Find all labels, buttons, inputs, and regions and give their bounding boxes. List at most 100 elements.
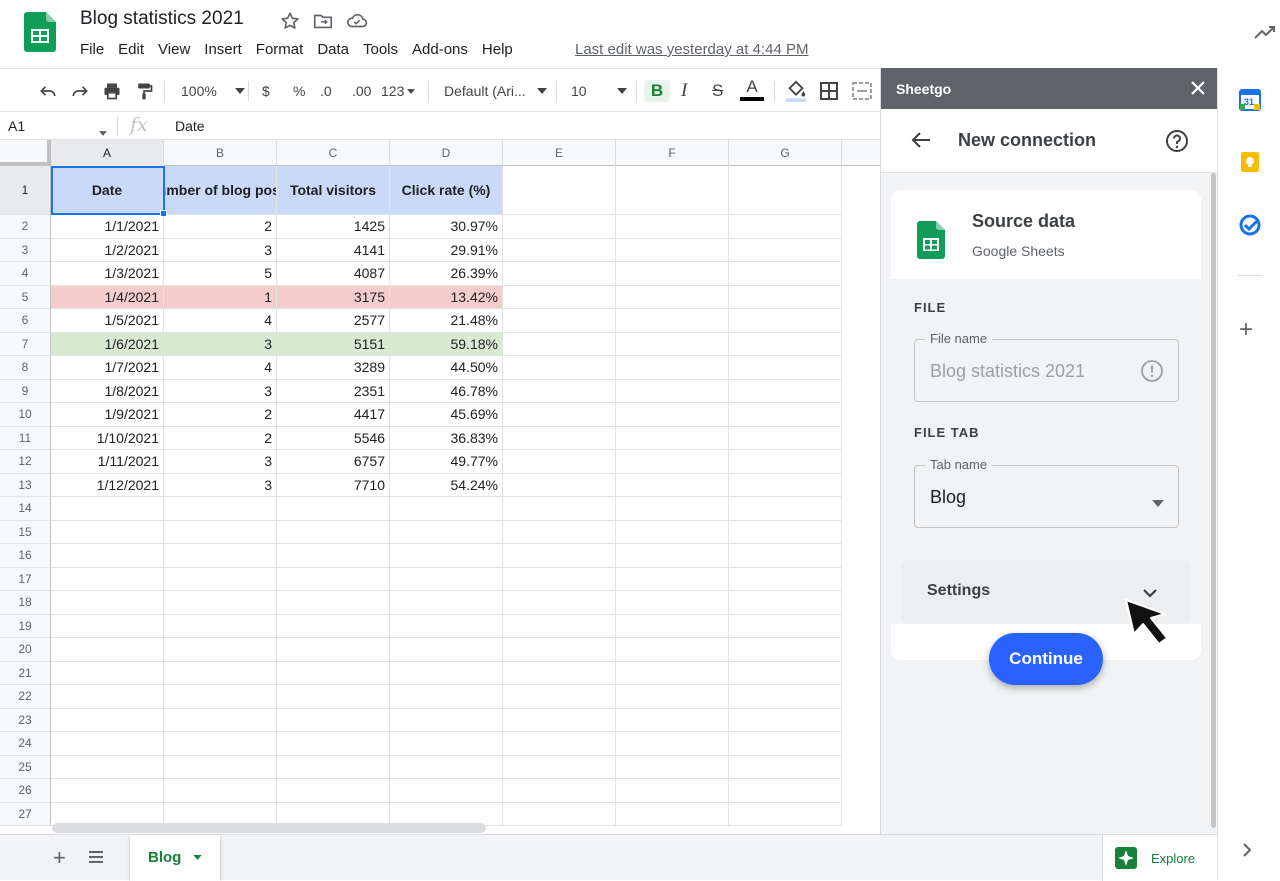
data-cell[interactable]: 1/5/2021	[51, 309, 164, 333]
row-header[interactable]: 23	[0, 708, 51, 732]
currency-format-button[interactable]: $	[262, 80, 270, 102]
borders-icon[interactable]	[819, 80, 839, 102]
empty-cell[interactable]	[277, 708, 390, 732]
menu-add-ons[interactable]: Add-ons	[412, 41, 468, 58]
empty-cell[interactable]	[390, 708, 503, 732]
empty-cell[interactable]	[729, 708, 842, 732]
sheets-logo-icon[interactable]	[24, 12, 56, 52]
empty-cell[interactable]	[616, 708, 729, 732]
empty-cell[interactable]	[503, 166, 616, 215]
empty-cell[interactable]	[390, 685, 503, 709]
data-cell[interactable]: 3175	[277, 285, 390, 309]
sidebar-scrollbar[interactable]	[1211, 173, 1216, 828]
empty-cell[interactable]	[616, 732, 729, 756]
empty-cell[interactable]	[616, 426, 729, 450]
data-cell[interactable]: 1	[164, 285, 277, 309]
empty-cell[interactable]	[390, 520, 503, 544]
empty-cell[interactable]	[277, 755, 390, 779]
spreadsheet-grid[interactable]: ABCDEFG 1 2 3 4 5 6 7 8 9 10 11 12 13 14 15 16 17 18 19 20 2…	[0, 140, 880, 826]
empty-cell[interactable]	[51, 614, 164, 638]
empty-cell[interactable]	[503, 426, 616, 450]
empty-cell[interactable]	[616, 473, 729, 497]
data-cell[interactable]: 5151	[277, 332, 390, 356]
row-header[interactable]: 16	[0, 544, 51, 568]
empty-cell[interactable]	[277, 614, 390, 638]
empty-cell[interactable]	[164, 520, 277, 544]
empty-cell[interactable]	[729, 215, 842, 239]
empty-cell[interactable]	[164, 779, 277, 803]
menu-help[interactable]: Help	[482, 41, 513, 58]
empty-cell[interactable]	[164, 708, 277, 732]
data-cell[interactable]: 5546	[277, 426, 390, 450]
empty-cell[interactable]	[277, 591, 390, 615]
redo-icon[interactable]	[70, 80, 90, 102]
font-size-select[interactable]: 10	[571, 80, 627, 102]
data-cell[interactable]: 1/7/2021	[51, 356, 164, 380]
empty-cell[interactable]	[503, 262, 616, 286]
empty-cell[interactable]	[51, 732, 164, 756]
zoom-select[interactable]: 100%	[181, 80, 245, 102]
empty-cell[interactable]	[390, 497, 503, 521]
empty-cell[interactable]	[729, 166, 842, 215]
row-header[interactable]: 15	[0, 520, 51, 544]
tab-name-select[interactable]: Tab name Blog	[914, 457, 1179, 528]
data-cell[interactable]: 1/2/2021	[51, 238, 164, 262]
empty-cell[interactable]	[503, 285, 616, 309]
empty-cell[interactable]	[729, 520, 842, 544]
empty-cell[interactable]	[503, 732, 616, 756]
data-cell[interactable]: 29.91%	[390, 238, 503, 262]
empty-cell[interactable]	[616, 166, 729, 215]
column-header-g[interactable]: G	[729, 140, 842, 166]
empty-cell[interactable]	[503, 638, 616, 662]
empty-cell[interactable]	[503, 379, 616, 403]
more-formats-button[interactable]: 123	[381, 80, 416, 102]
empty-cell[interactable]	[616, 356, 729, 380]
empty-cell[interactable]	[616, 285, 729, 309]
row-header[interactable]: 13	[0, 473, 51, 497]
column-header-f[interactable]: F	[616, 140, 729, 166]
empty-cell[interactable]	[164, 732, 277, 756]
empty-cell[interactable]	[390, 755, 503, 779]
data-cell[interactable]: 4087	[277, 262, 390, 286]
data-cell[interactable]: 2351	[277, 379, 390, 403]
row-header[interactable]: 21	[0, 661, 51, 685]
empty-cell[interactable]	[503, 685, 616, 709]
formula-input[interactable]: Date	[175, 118, 205, 134]
empty-cell[interactable]	[277, 497, 390, 521]
empty-cell[interactable]	[164, 567, 277, 591]
empty-cell[interactable]	[616, 238, 729, 262]
move-folder-icon[interactable]	[312, 10, 334, 32]
data-cell[interactable]: 3	[164, 238, 277, 262]
data-cell[interactable]: 3	[164, 332, 277, 356]
empty-cell[interactable]	[616, 779, 729, 803]
data-cell[interactable]: 1/4/2021	[51, 285, 164, 309]
all-sheets-menu-icon[interactable]	[88, 850, 104, 869]
empty-cell[interactable]	[164, 497, 277, 521]
chevron-right-icon[interactable]	[1243, 843, 1252, 862]
increase-decimals-button[interactable]: .00	[352, 80, 371, 102]
data-cell[interactable]: 3	[164, 473, 277, 497]
paint-format-icon[interactable]	[134, 80, 154, 102]
empty-cell[interactable]	[616, 638, 729, 662]
keep-icon[interactable]	[1239, 151, 1261, 173]
empty-cell[interactable]	[729, 379, 842, 403]
row-header[interactable]: 1	[0, 166, 51, 215]
empty-cell[interactable]	[729, 732, 842, 756]
data-cell[interactable]: 49.77%	[390, 450, 503, 474]
row-header[interactable]: 25	[0, 755, 51, 779]
empty-cell[interactable]	[729, 403, 842, 427]
data-cell[interactable]: 4	[164, 309, 277, 333]
empty-cell[interactable]	[277, 661, 390, 685]
empty-cell[interactable]	[503, 755, 616, 779]
data-cell[interactable]: 36.83%	[390, 426, 503, 450]
merge-cells-icon[interactable]	[851, 80, 873, 102]
header-cell[interactable]: Number of blog posts	[164, 166, 277, 215]
row-header[interactable]: 7	[0, 332, 51, 356]
fill-handle[interactable]	[160, 210, 167, 217]
menu-format[interactable]: Format	[256, 41, 304, 58]
empty-cell[interactable]	[503, 802, 616, 826]
empty-cell[interactable]	[164, 614, 277, 638]
data-cell[interactable]: 3289	[277, 356, 390, 380]
empty-cell[interactable]	[503, 779, 616, 803]
explore-button[interactable]: Explore	[1102, 835, 1217, 881]
